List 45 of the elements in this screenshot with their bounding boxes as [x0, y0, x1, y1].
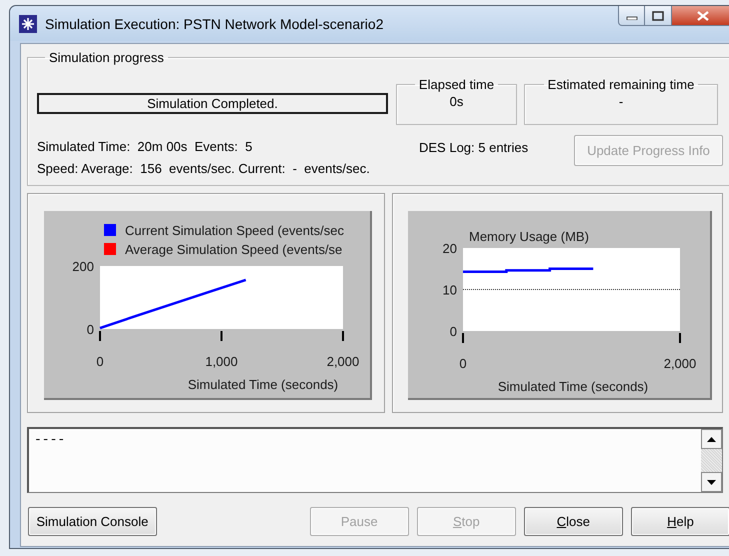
up-arrow-icon: [707, 436, 716, 442]
scroll-up-button[interactable]: [701, 429, 722, 449]
tick-mark: [342, 331, 344, 341]
dialog-button[interactable]: Close: [524, 507, 623, 536]
speed-text: Speed: Average: 156 events/sec. Current: - events/sec.: [37, 161, 371, 176]
axis-label: 0: [86, 322, 94, 337]
axis-title: Simulated Time (seconds): [188, 377, 338, 392]
elapsed-value: 0s: [450, 94, 464, 109]
window-title: Simulation Execution: PSTN Network Model-scenario2: [45, 16, 384, 32]
axis-label: 0: [450, 324, 457, 339]
tick-mark: [679, 333, 681, 343]
remaining-value: -: [618, 94, 624, 109]
close-icon: [696, 10, 710, 20]
tick-mark: [462, 333, 464, 343]
maximize-icon: [652, 10, 664, 20]
group-label: Simulation progress: [48, 50, 165, 65]
dialog-button[interactable]: Help: [630, 507, 729, 536]
axis-label: 10: [442, 282, 457, 298]
chart-title: Memory Usage (MB): [469, 229, 589, 244]
close-button[interactable]: [672, 6, 729, 26]
group-label: Elapsed time: [418, 77, 496, 92]
axis-title: Simulated Time (seconds): [498, 379, 648, 394]
group-label: Estimated remaining time: [546, 77, 696, 92]
axis-label: 2,000: [664, 356, 696, 371]
axis-label: 2,000: [326, 354, 360, 369]
axis-label: 0: [96, 354, 104, 369]
progress-status: Simulation Completed.: [37, 93, 388, 114]
des-log-text: DES Log: 5 entries: [419, 140, 528, 155]
scroll-down-button[interactable]: [701, 472, 722, 492]
tick-mark: [99, 331, 101, 341]
axis-label: 1,000: [205, 354, 238, 369]
legend-label: Current Simulation Speed (events/sec: [125, 223, 344, 238]
log-area[interactable]: ----: [27, 427, 723, 493]
dialog-button[interactable]: Simulation Console: [28, 507, 157, 536]
maximize-button[interactable]: [645, 6, 672, 26]
axis-label: 0: [459, 356, 467, 371]
down-arrow-icon: [707, 480, 716, 484]
minimize-button[interactable]: [618, 6, 645, 26]
scrollbar[interactable]: [701, 429, 722, 492]
axis-label: 20: [442, 241, 457, 256]
tick-mark: [220, 331, 222, 341]
legend-label: Average Simulation Speed (events/se: [125, 242, 342, 257]
axis-label: 200: [72, 259, 94, 274]
simulated-time-text: Simulated Time: 20m 00s Events: 5: [37, 139, 254, 154]
log-text: ----: [33, 431, 66, 448]
